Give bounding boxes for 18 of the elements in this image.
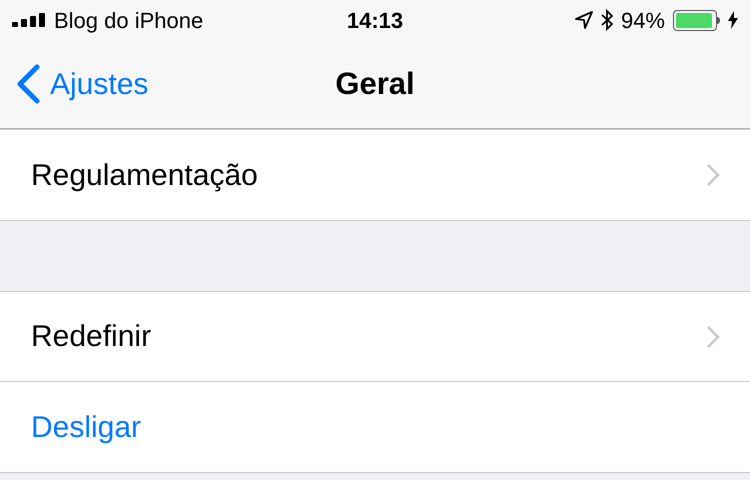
row-label: Redefinir — [31, 319, 152, 355]
battery-percent: 94% — [620, 6, 665, 34]
settings-row[interactable]: Redefinir — [0, 292, 750, 382]
back-button[interactable]: Ajustes — [0, 62, 148, 106]
location-icon — [574, 11, 593, 29]
back-chevron-icon — [16, 64, 40, 104]
settings-row[interactable]: Regulamentação — [0, 130, 750, 220]
chevron-icon — [706, 324, 720, 348]
chevron-icon — [706, 163, 720, 187]
row-label: Desligar — [31, 410, 142, 446]
bluetooth-icon — [600, 9, 613, 31]
settings-row[interactable]: Desligar — [0, 382, 750, 472]
carrier-name: Blog do iPhone — [54, 6, 204, 35]
battery-icon — [673, 10, 720, 30]
clock-time: 14:13 — [346, 6, 404, 34]
page-title: Geral — [335, 64, 415, 103]
signal-icon — [12, 13, 48, 27]
row-label: Regulamentação — [31, 158, 258, 194]
